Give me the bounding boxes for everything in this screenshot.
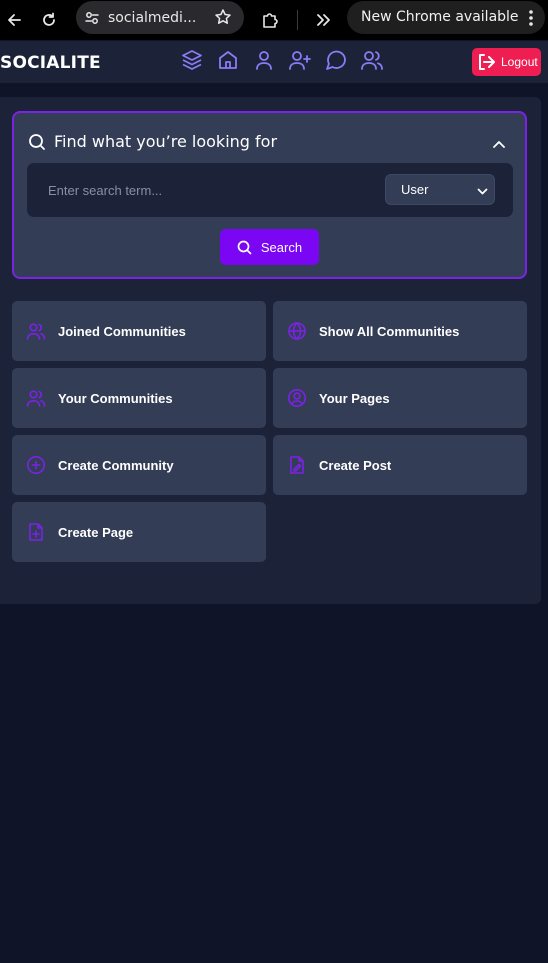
tile-create-community[interactable]: Create Community	[12, 435, 266, 495]
address-bar[interactable]: socialmedi...	[76, 1, 244, 34]
reload-button[interactable]	[35, 6, 63, 34]
browser-toolbar: socialmedi... New Chrome available	[0, 0, 548, 40]
puzzle-icon	[263, 13, 278, 28]
file-plus-icon	[29, 523, 43, 541]
search-button-label: Search	[260, 239, 303, 255]
user-plus-icon[interactable]	[287, 47, 313, 73]
chevron-down-icon	[477, 184, 488, 202]
tile-label: Show All Communities	[319, 324, 460, 339]
chevron-up-icon[interactable]	[493, 135, 505, 153]
layers-icon[interactable]	[179, 47, 205, 73]
tile-label: Create Page	[58, 525, 134, 540]
user-icon[interactable]	[251, 47, 277, 73]
search-input[interactable]	[35, 171, 375, 209]
tile-show-all-communities[interactable]: Show All Communities	[273, 301, 527, 361]
tile-create-post[interactable]: Create Post	[273, 435, 527, 495]
tile-joined-communities[interactable]: Joined Communities	[12, 301, 266, 361]
users-icon[interactable]	[359, 47, 385, 73]
tile-label: Your Pages	[319, 391, 390, 406]
tile-label: Joined Communities	[58, 324, 186, 339]
file-edit-icon	[290, 456, 304, 474]
back-button[interactable]	[0, 6, 28, 34]
tile-label: Create Community	[58, 458, 174, 473]
tile-your-pages[interactable]: Your Pages	[273, 368, 527, 428]
site-settings-icon	[85, 11, 99, 24]
toolbar-divider	[297, 10, 298, 30]
arrow-left-icon	[8, 14, 21, 26]
search-type-value: User	[401, 182, 429, 197]
search-panel-title: Find what you’re looking for	[54, 132, 278, 151]
tile-your-communities[interactable]: Your Communities	[12, 368, 266, 428]
search-panel: Find what you’re looking for User Search	[12, 111, 527, 279]
reload-icon	[43, 12, 55, 26]
chrome-update-button[interactable]: New Chrome available	[347, 1, 545, 34]
logout-label: Logout	[501, 55, 538, 69]
url-text: socialmedi...	[108, 9, 197, 26]
user-circle-icon	[288, 389, 306, 407]
tile-label: Create Post	[319, 458, 392, 473]
logout-button[interactable]: Logout	[472, 48, 541, 76]
users-icon	[26, 390, 46, 407]
plus-circle-icon	[27, 456, 45, 474]
kebab-menu-icon[interactable]	[529, 10, 533, 31]
update-label: New Chrome available	[361, 9, 519, 25]
app-navbar: SOCIALITE Logout	[0, 41, 548, 83]
extensions-button[interactable]	[256, 6, 284, 34]
brand-logo[interactable]: SOCIALITE	[0, 53, 101, 73]
bookmark-star-icon[interactable]	[214, 8, 232, 31]
tile-create-page[interactable]: Create Page	[12, 502, 266, 562]
search-icon	[28, 133, 46, 156]
home-icon[interactable]	[215, 47, 241, 73]
search-button[interactable]: Search	[220, 229, 319, 265]
search-row: User	[27, 163, 513, 217]
globe-icon	[288, 321, 306, 341]
tile-label: Your Communities	[58, 391, 173, 406]
logout-icon	[479, 54, 495, 70]
more-tools-button[interactable]	[309, 6, 337, 34]
search-icon	[237, 240, 252, 254]
chevron-double-right-icon	[317, 14, 330, 26]
search-type-select[interactable]: User	[385, 174, 495, 205]
main-panel: Find what you’re looking for User Search…	[0, 97, 541, 604]
users-icon	[26, 323, 46, 340]
message-circle-icon[interactable]	[323, 47, 349, 73]
